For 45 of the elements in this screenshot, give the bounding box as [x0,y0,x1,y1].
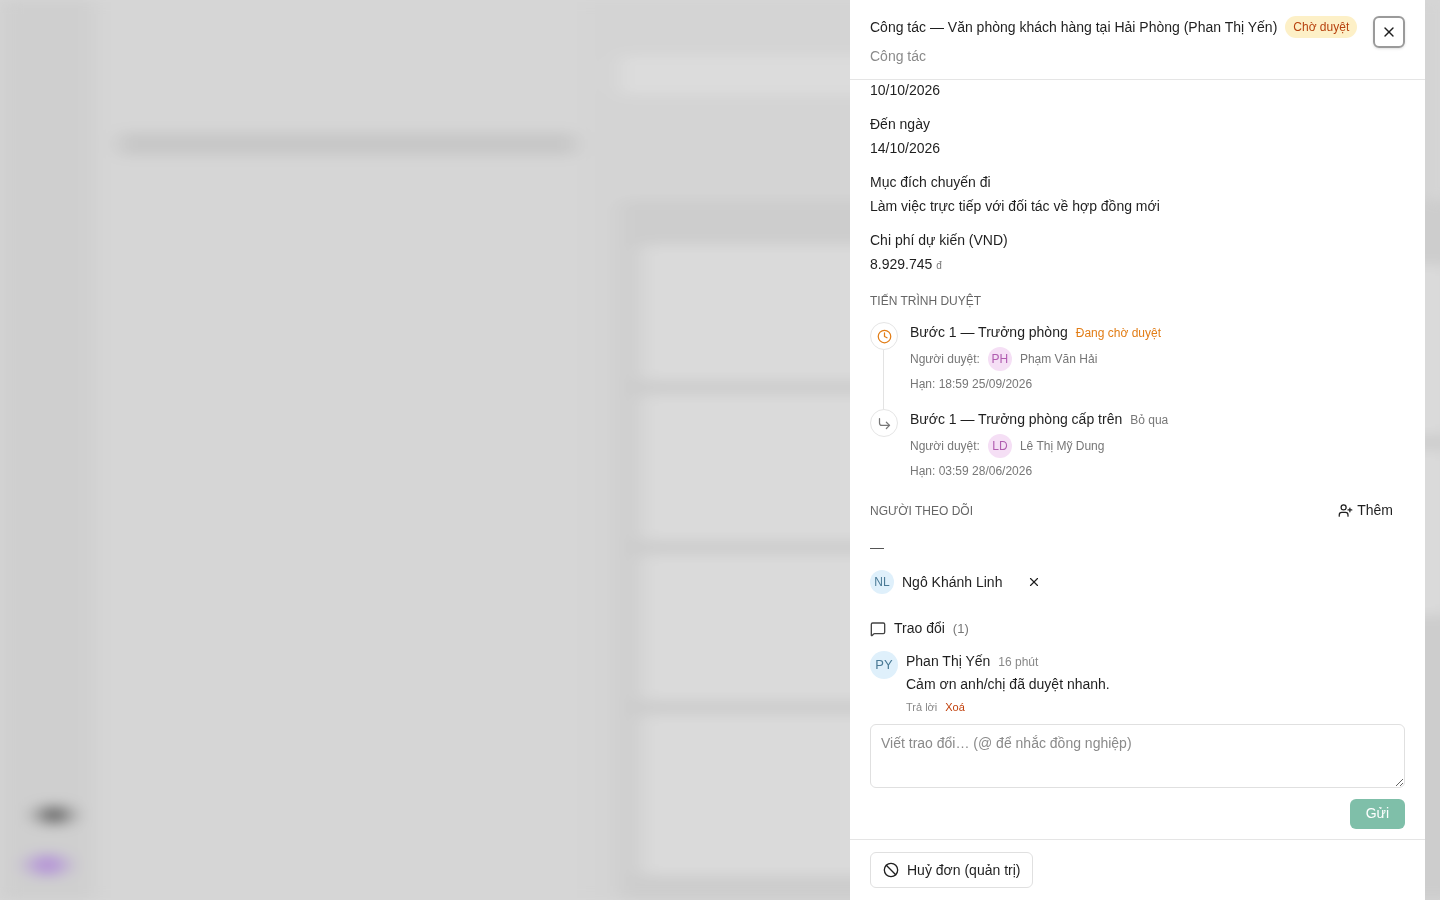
field-value: Làm việc trực tiếp với đối tác về hợp đồng mới [870,197,1160,216]
panel-title: Công tác — Văn phòng khách hàng tại Hải Phòng (Phan Thị Yến) [870,18,1278,37]
delete-link[interactable]: Xoá [945,699,965,716]
clock-icon [876,328,892,344]
currency-unit: đ [936,259,942,273]
status-badge: Chờ duyệt [1285,16,1358,38]
field-value: 14/10/2026 [870,139,941,158]
comment-author: Phan Thị Yến [906,652,991,671]
section-heading: TIẾN TRÌNH DUYỆT [870,292,983,310]
step-deadline: Hạn: 18:59 25/09/2026 [910,376,1034,393]
step-status: Bỏ qua [1130,412,1169,429]
approver-avatar: LD [987,434,1012,458]
field-label: Mục đích chuyến đi [870,173,992,192]
comment-text: Cảm ơn anh/chị đã duyệt nhanh. [906,675,1110,694]
approver-avatar: PH [987,347,1012,371]
approver-name: Phạm Văn Hải [1019,351,1098,368]
step-title: Bước 1 — Trưởng phòng [910,323,1068,342]
follower-name: Ngô Khánh Linh [902,572,1003,592]
step-status: Đang chờ duyệt [1075,325,1161,342]
add-follower-button[interactable]: Thêm [1338,500,1393,521]
field-label: Đến ngày [870,115,931,134]
user-plus-icon [1338,503,1354,518]
arrow-icon [876,415,892,431]
approver-label: Người duyệt: [910,351,980,368]
approver-label: Người duyệt: [910,438,980,455]
step-deadline: Hạn: 03:59 28/06/2026 [910,463,1034,480]
approver-name: Lê Thị Mỹ Dung [1019,438,1105,455]
reply-link[interactable]: Trả lời [906,699,938,716]
step-title: Bước 1 — Trưởng phòng cấp trên [910,410,1123,429]
panel-subtitle: Công tác [870,47,928,66]
close-button[interactable] [1373,16,1405,48]
follower-avatar: NL [870,570,894,594]
chat-icon [870,620,886,637]
section-heading: NGƯỜI THEO DÕI [870,502,973,520]
cancel-request-button[interactable]: Huỷ đơn (quản trị) [870,852,1034,888]
ban-icon [883,862,899,878]
field-value: 10/10/2026 [870,81,941,100]
discussion-heading: Trao đổi [894,619,945,638]
empty-mark: — [870,538,884,557]
commenter-avatar: PY [870,651,898,679]
comment-time: 16 phút [998,654,1039,671]
field-label: Chi phí dự kiến (VND) [870,231,1009,250]
field-value: 8.929.745 [870,255,933,274]
comment-input[interactable]: Viết trao đổi… (@ để nhắc đồng nghiệp) [870,723,1405,788]
comment-count: (1) [952,619,969,638]
